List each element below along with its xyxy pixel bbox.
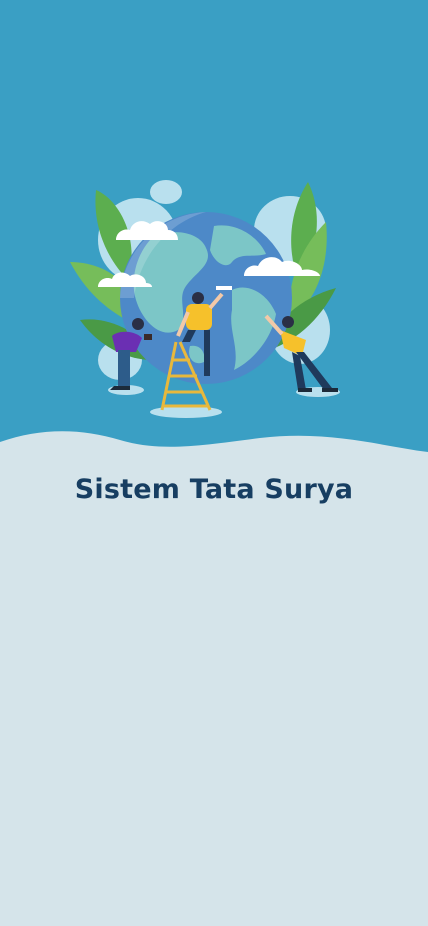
splash-screen: Sistem Tata Surya: [0, 0, 428, 926]
hero-header: [0, 0, 428, 470]
content-area: [0, 530, 428, 926]
app-title: Sistem Tata Surya: [74, 474, 354, 505]
hero-illustration: [0, 0, 428, 452]
